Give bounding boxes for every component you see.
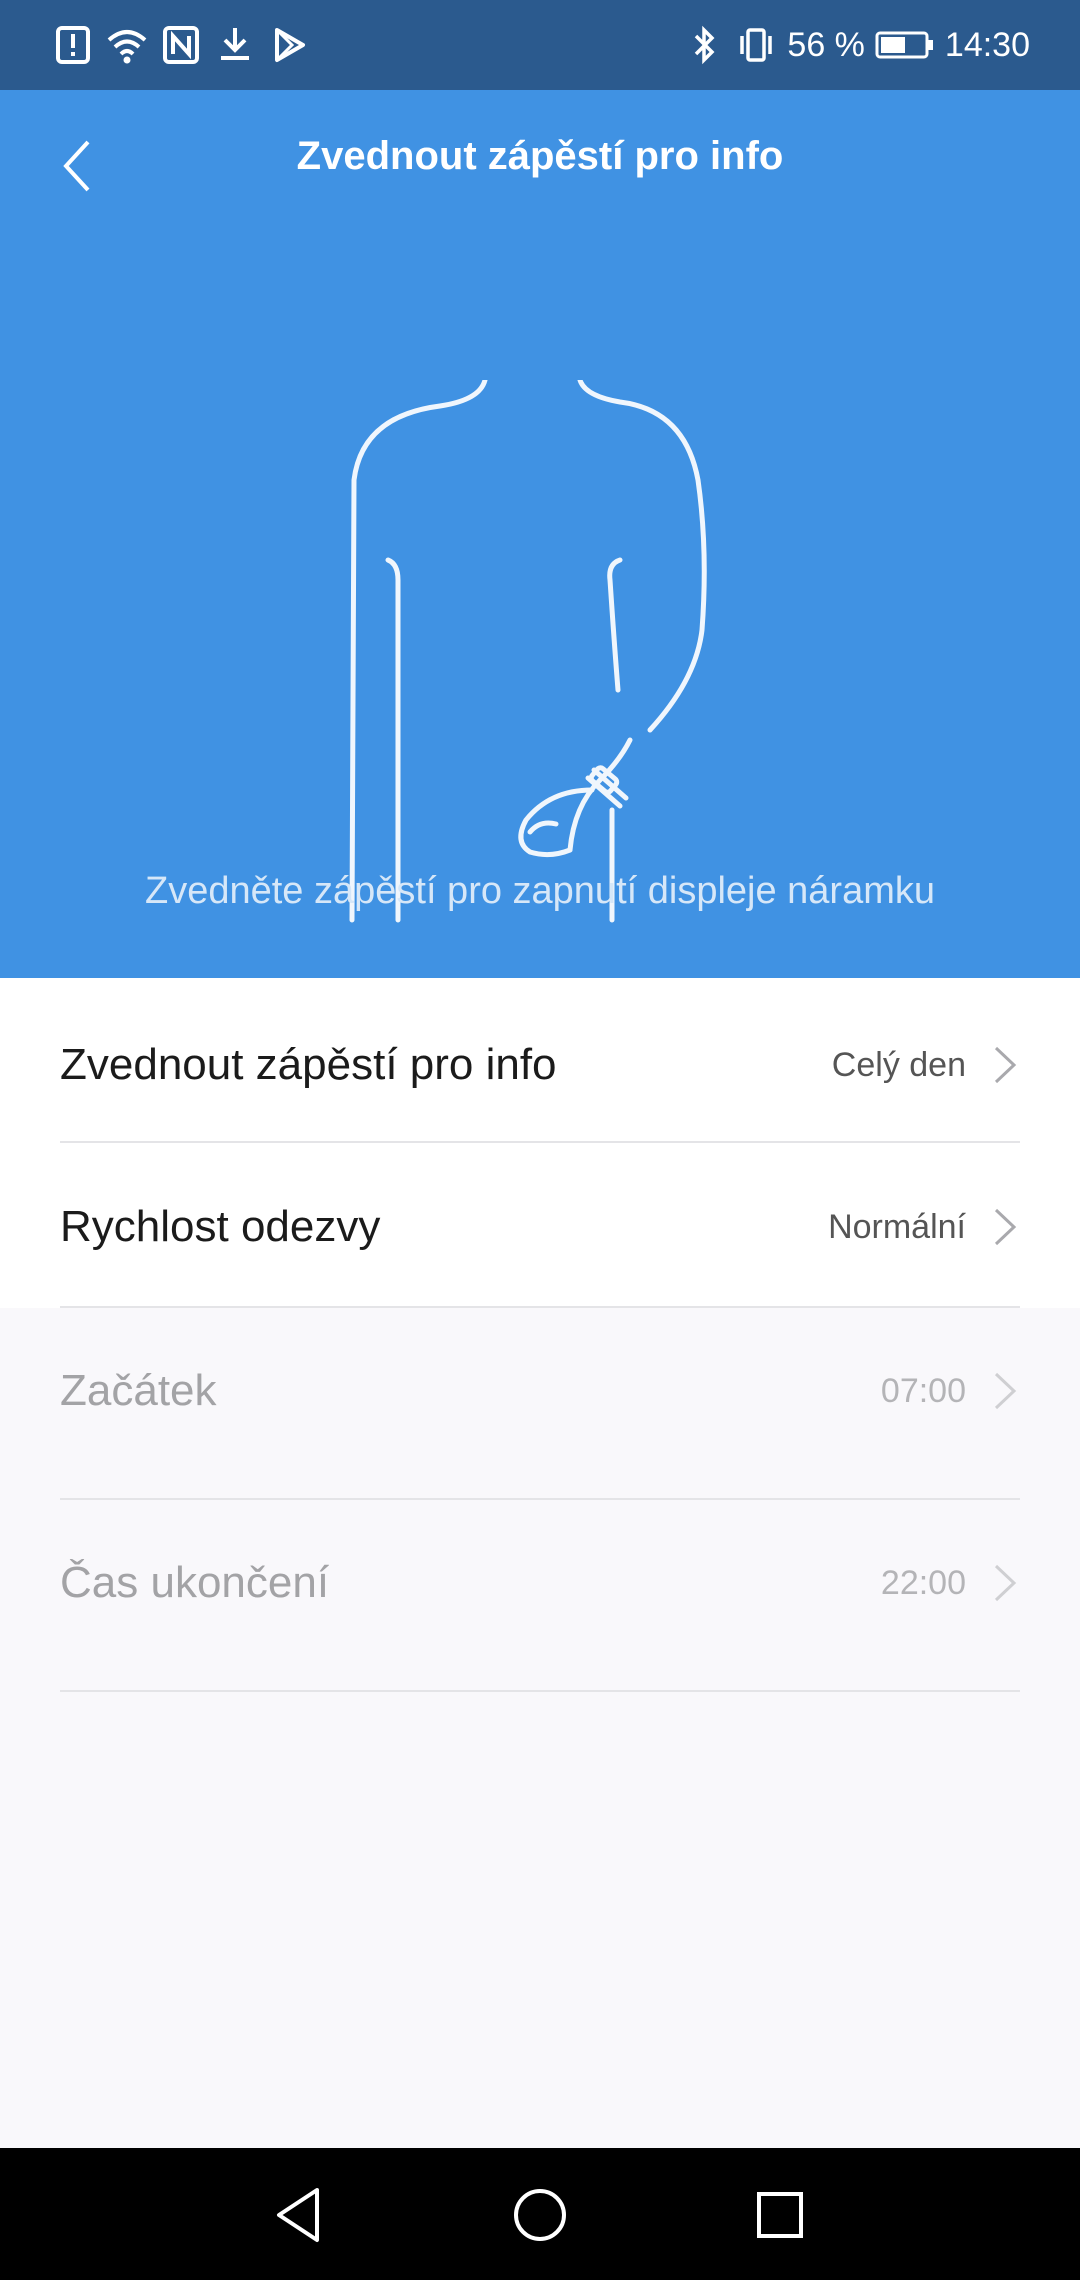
- wifi-icon: [107, 30, 147, 64]
- raise-wrist-row[interactable]: Zvednout zápěstí pro info Celý den: [60, 1010, 1020, 1120]
- end-time-value: 22:00: [880, 1563, 966, 1602]
- response-speed-value: Normální: [828, 1207, 966, 1246]
- raise-wrist-value: Celý den: [831, 1045, 966, 1084]
- end-time-row[interactable]: Čas ukončení 22:00: [60, 1528, 1020, 1638]
- battery-icon: [875, 31, 933, 59]
- wrist-illustration: [349, 380, 707, 923]
- vibrate-icon: [740, 28, 773, 62]
- divider: [60, 1690, 1020, 1692]
- start-time-row[interactable]: Začátek 07:00: [60, 1336, 1020, 1446]
- bluetooth-icon: [695, 25, 715, 65]
- chevron-right-icon: [994, 1372, 1017, 1410]
- start-time-label: Začátek: [60, 1366, 217, 1415]
- page-title: Zvednout zápěstí pro info: [296, 134, 784, 178]
- alert-icon: [56, 26, 90, 64]
- navigation-bar: [0, 2148, 1080, 2280]
- hero-caption: Zvedněte zápěstí pro zapnutí displeje ná…: [144, 870, 936, 912]
- status-right: 56 % 14:30: [683, 18, 1030, 72]
- recents-square-icon[interactable]: [745, 2180, 815, 2250]
- start-time-value: 07:00: [880, 1371, 966, 1410]
- home-circle-icon[interactable]: [505, 2180, 575, 2250]
- play-store-icon: [275, 28, 305, 62]
- chevron-right-icon: [994, 1208, 1017, 1246]
- divider: [60, 1498, 1020, 1500]
- nfc-icon: [163, 26, 199, 64]
- response-speed-label: Rychlost odezvy: [60, 1202, 381, 1251]
- status-left-icons: [52, 22, 310, 68]
- divider: [60, 1306, 1020, 1308]
- battery-percent: 56 %: [787, 26, 865, 64]
- chevron-right-icon: [994, 1046, 1017, 1084]
- header: Zvednout zápěstí pro info Zvedněte zápěs…: [0, 90, 1080, 978]
- clock: 14:30: [944, 26, 1030, 64]
- back-triangle-icon[interactable]: [265, 2180, 335, 2250]
- end-time-label: Čas ukončení: [60, 1558, 330, 1607]
- chevron-right-icon: [994, 1564, 1017, 1602]
- download-icon: [221, 28, 249, 60]
- response-speed-row[interactable]: Rychlost odezvy Normální: [60, 1172, 1020, 1282]
- divider: [60, 1141, 1020, 1143]
- status-bar: 56 % 14:30: [0, 0, 1080, 90]
- raise-wrist-label: Zvednout zápěstí pro info: [60, 1040, 557, 1089]
